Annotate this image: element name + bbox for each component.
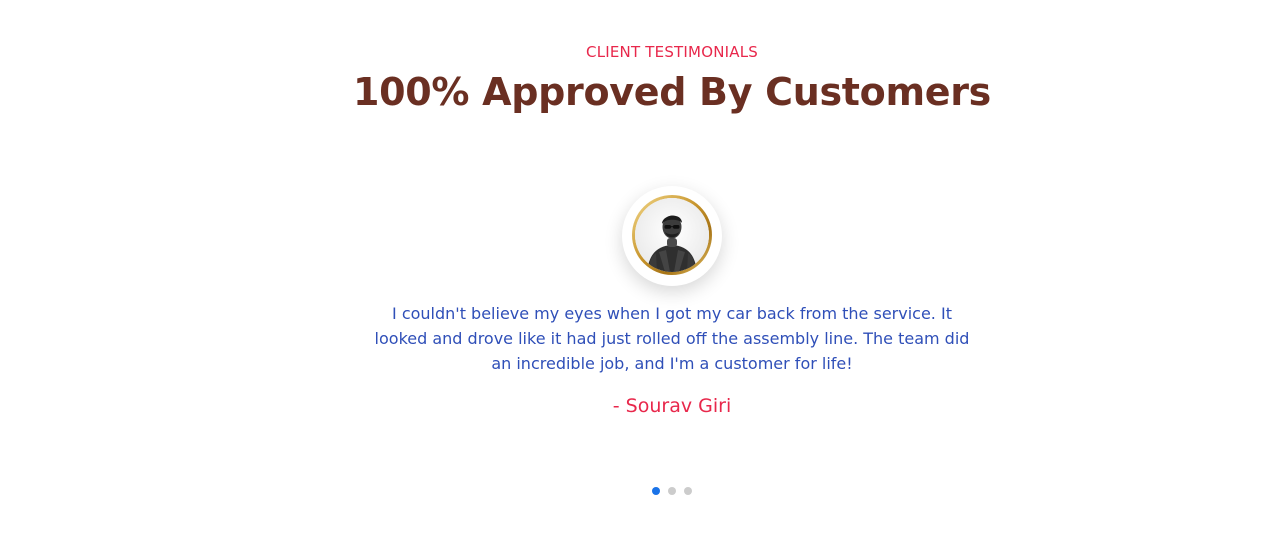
- carousel-pagination: [652, 487, 696, 495]
- carousel-dot-1[interactable]: [652, 487, 660, 495]
- customer-photo-icon: [635, 198, 709, 272]
- testimonial-author: - Sourav Giri: [612, 395, 732, 417]
- testimonial-avatar: [622, 186, 722, 286]
- testimonials-section: CLIENT TESTIMONIALS 100% Approved By Cus…: [0, 0, 1287, 538]
- avatar-photo: [635, 198, 709, 272]
- carousel-dot-2[interactable]: [668, 487, 676, 495]
- section-eyebrow: CLIENT TESTIMONIALS: [586, 43, 758, 61]
- avatar-ring: [632, 195, 712, 275]
- section-headline: 100% Approved By Customers: [353, 70, 991, 114]
- testimonial-quote: I couldn't believe my eyes when I got my…: [374, 304, 970, 373]
- carousel-dot-3[interactable]: [684, 487, 692, 495]
